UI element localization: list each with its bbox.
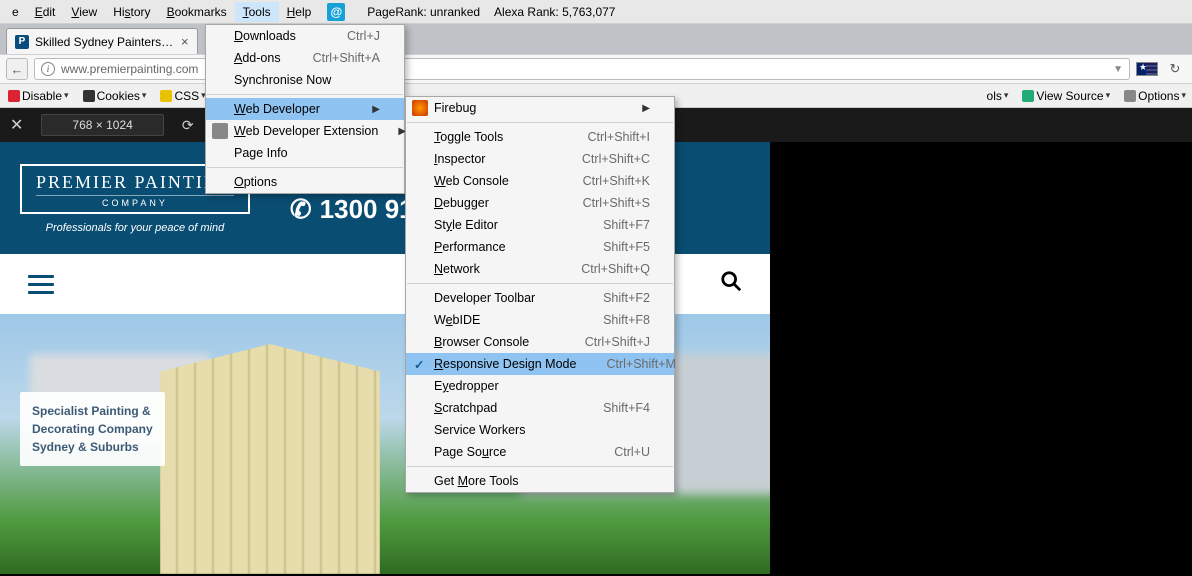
tool-css[interactable]: CSS▾ [154,87,211,105]
disable-icon [8,90,20,102]
hero-badge: Specialist Painting & Decorating Company… [20,392,165,466]
menu-developer-toolbar[interactable]: Developer ToolbarShift+F2 [406,287,674,309]
menu-options[interactable]: Options [206,171,404,193]
hero-building [160,344,380,574]
menu-file-trunc[interactable]: e [4,2,27,22]
tools-menu: DownloadsCtrl+J Add-onsCtrl+Shift+A Sync… [205,24,405,194]
menu-inspector[interactable]: InspectorCtrl+Shift+C [406,148,674,170]
hamburger-icon[interactable] [28,270,54,299]
menu-bookmarks[interactable]: Bookmarks [159,2,235,22]
menu-web-developer[interactable]: Web Developer▶ [206,98,404,120]
country-flag-icon[interactable] [1136,62,1158,76]
url-dropdown-icon[interactable]: ▼ [1113,64,1123,75]
menu-sync[interactable]: Synchronise Now [206,69,404,91]
tool-options[interactable]: Options▾ [1118,87,1192,105]
submenu-arrow-icon: ▶ [378,126,406,137]
pagerank-label: PageRank: unranked [367,5,480,19]
address-field[interactable]: i www.premierpainting.com ▼ [34,58,1130,80]
web-developer-submenu: Firebug▶ Toggle ToolsCtrl+Shift+I Inspec… [405,96,675,493]
favicon-icon: P [15,35,29,49]
menu-web-console[interactable]: Web ConsoleCtrl+Shift+K [406,170,674,192]
css-icon [160,90,172,102]
viewsource-icon [1022,90,1034,102]
rdm-rotate-icon[interactable]: ⟳ [182,117,194,134]
submenu-arrow-icon: ▶ [352,104,380,115]
rdm-dimensions-select[interactable]: 768 × 1024 [41,114,163,136]
at-button-icon[interactable]: @ [327,3,345,21]
menu-firebug[interactable]: Firebug▶ [406,97,674,119]
menu-separator [207,94,403,95]
menu-network[interactable]: NetworkCtrl+Shift+Q [406,258,674,280]
menu-addons[interactable]: Add-onsCtrl+Shift+A [206,47,404,69]
tool-disable[interactable]: Disable▾ [2,87,75,105]
menu-downloads[interactable]: DownloadsCtrl+J [206,25,404,47]
tagline: Professionals for your peace of mind [20,222,250,234]
gear-icon [212,123,228,139]
menu-debugger[interactable]: DebuggerCtrl+Shift+S [406,192,674,214]
tool-cookies[interactable]: Cookies▾ [77,87,153,105]
menu-eyedropper[interactable]: Eyedropper [406,375,674,397]
menu-edit[interactable]: Edit [27,2,64,22]
menu-performance[interactable]: PerformanceShift+F5 [406,236,674,258]
menu-separator [407,122,673,123]
menu-history[interactable]: History [105,2,158,22]
menu-separator [207,167,403,168]
submenu-arrow-icon: ▶ [622,103,650,114]
alexa-label: Alexa Rank: 5,763,077 [494,5,615,19]
back-button[interactable]: ← [6,58,28,80]
menu-web-developer-ext[interactable]: Web Developer Extension▶ [206,120,404,142]
menubar: e Edit View History Bookmarks Tools Help… [0,0,1192,24]
menu-separator [407,466,673,467]
tool-right-trunc[interactable]: ols▾ [981,87,1015,105]
menu-service-workers[interactable]: Service Workers [406,419,674,441]
hero-badge-l3: Sydney & Suburbs [32,438,153,456]
menu-page-info[interactable]: Page Info [206,142,404,164]
url-text: www.premierpainting.com [61,62,198,76]
reload-button[interactable]: ↻ [1164,58,1186,80]
tab-close-icon[interactable]: × [181,34,189,49]
tab-title: Skilled Sydney Painters - Acc [35,35,175,49]
menu-page-source[interactable]: Page SourceCtrl+U [406,441,674,463]
menu-help[interactable]: Help [279,2,320,22]
firebug-icon [412,100,428,116]
menu-responsive-design-mode[interactable]: Responsive Design ModeCtrl+Shift+M [406,353,674,375]
hero-badge-l1: Specialist Painting & [32,402,153,420]
site-info-icon[interactable]: i [41,62,55,76]
menu-webide[interactable]: WebIDEShift+F8 [406,309,674,331]
menu-toggle-tools[interactable]: Toggle ToolsCtrl+Shift+I [406,126,674,148]
menu-tools[interactable]: Tools [235,2,279,22]
menu-separator [407,283,673,284]
search-icon[interactable] [720,270,742,298]
hero-badge-l2: Decorating Company [32,420,153,438]
options-icon [1124,90,1136,102]
menu-scratchpad[interactable]: ScratchpadShift+F4 [406,397,674,419]
menu-style-editor[interactable]: Style EditorShift+F7 [406,214,674,236]
menu-view[interactable]: View [63,2,105,22]
rdm-close-icon[interactable]: ✕ [10,115,23,135]
menu-browser-console[interactable]: Browser ConsoleCtrl+Shift+J [406,331,674,353]
browser-tab[interactable]: P Skilled Sydney Painters - Acc × [6,28,198,54]
url-bar: ← i www.premierpainting.com ▼ ↻ [0,54,1192,84]
cookies-icon [83,90,95,102]
tab-strip: P Skilled Sydney Painters - Acc × [0,24,1192,54]
phone-icon: ✆ [290,194,312,225]
menu-get-more-tools[interactable]: Get More Tools [406,470,674,492]
tool-view-source[interactable]: View Source▾ [1016,87,1116,105]
logo-line2: COMPANY [36,195,234,208]
